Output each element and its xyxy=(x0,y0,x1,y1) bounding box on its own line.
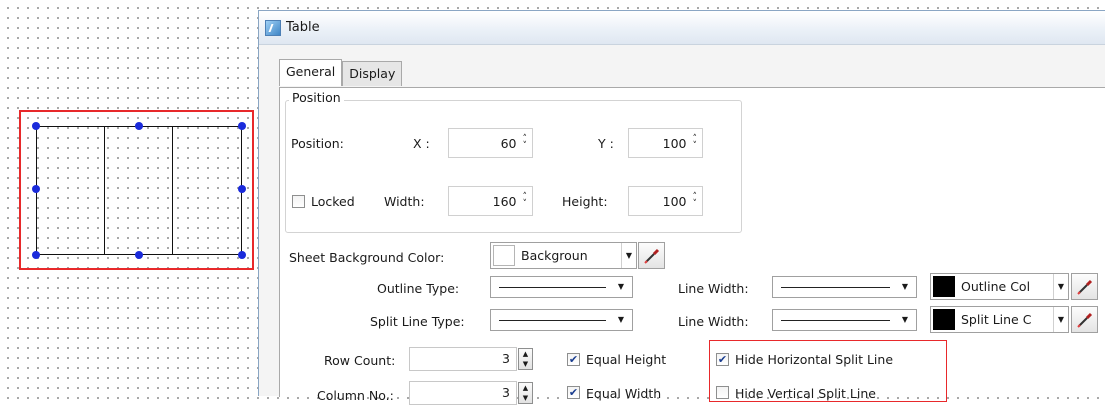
tab-strip: General Display xyxy=(279,59,403,86)
row-count-stepper[interactable]: ▲ ▼ xyxy=(518,348,533,370)
chevron-down-icon: ▼ xyxy=(617,282,624,291)
row-count-input[interactable]: 3 xyxy=(409,347,517,371)
chevron-down-icon: ▼ xyxy=(1053,274,1068,299)
y-value: 100 xyxy=(662,135,687,151)
design-canvas[interactable] xyxy=(0,0,258,396)
equal-width-checkbox[interactable]: ✔ xyxy=(567,386,580,399)
position-group: Position Position: X : 60 ˄ ˅ Y : 100 ˄ ˅ … xyxy=(285,90,742,233)
chevron-down-icon: ▼ xyxy=(617,315,624,324)
position-label: Position: xyxy=(291,136,344,151)
column-count-input[interactable]: 3 xyxy=(409,381,517,405)
width-value: 160 xyxy=(492,193,517,209)
split-color-value: Split Line C xyxy=(961,312,1032,327)
eyedropper-icon[interactable] xyxy=(1071,273,1098,300)
width-spinner[interactable]: 160 ˄ ˅ xyxy=(448,186,533,216)
equal-width-label: Equal Width xyxy=(586,386,662,401)
chevron-down-icon: ▼ xyxy=(621,243,636,268)
x-label: X : xyxy=(413,136,430,151)
table-icon xyxy=(265,19,281,36)
split-type-select[interactable]: ▼ xyxy=(490,309,633,331)
split-type-label: Split Line Type: xyxy=(370,314,465,329)
table-object[interactable] xyxy=(36,126,242,255)
general-panel: Position Position: X : 60 ˄ ˅ Y : 100 ˄ ˅ … xyxy=(279,87,1105,405)
column-count-stepper[interactable]: ▲ ▼ xyxy=(518,382,533,404)
table-split-line xyxy=(104,127,105,254)
resize-handle-bottom[interactable] xyxy=(135,251,143,259)
eyedropper-icon[interactable] xyxy=(638,242,665,269)
outline-width-label: Line Width: xyxy=(678,281,749,296)
outline-color-swatch xyxy=(933,276,955,297)
resize-handle-right[interactable] xyxy=(238,185,246,193)
locked-label: Locked xyxy=(311,194,355,209)
tab-display[interactable]: Display xyxy=(342,61,403,86)
split-color-select[interactable]: Split Line C ▼ xyxy=(930,306,1069,333)
resize-handle-top[interactable] xyxy=(135,122,143,130)
chevron-down-icon: ▼ xyxy=(901,282,908,291)
resize-handle-bottom-left[interactable] xyxy=(32,251,40,259)
locked-checkbox[interactable] xyxy=(292,195,305,208)
sheet-bg-label: Sheet Background Color: xyxy=(289,250,445,265)
x-value: 60 xyxy=(500,135,517,151)
outline-type-label: Outline Type: xyxy=(377,281,460,296)
hide-horizontal-checkbox[interactable]: ✔ xyxy=(716,353,729,366)
resize-handle-top-right[interactable] xyxy=(238,122,246,130)
outline-type-select[interactable]: ▼ xyxy=(490,276,633,298)
split-width-label: Line Width: xyxy=(678,314,749,329)
row-count-label: Row Count: xyxy=(324,353,396,368)
chevron-updown-icon[interactable]: ˄ ˅ xyxy=(693,135,698,151)
resize-handle-left[interactable] xyxy=(32,185,40,193)
position-group-label: Position xyxy=(289,90,344,105)
equal-height-label: Equal Height xyxy=(586,352,667,367)
tab-general[interactable]: General xyxy=(279,59,343,86)
sheet-bg-value: Backgroun xyxy=(521,248,588,263)
height-label: Height: xyxy=(562,194,608,209)
resize-handle-top-left[interactable] xyxy=(32,122,40,130)
chevron-updown-icon[interactable]: ˄ ˅ xyxy=(523,193,528,209)
hide-vertical-label: Hide Vertical Split Line xyxy=(735,386,876,401)
outline-width-select[interactable]: ▼ xyxy=(772,276,917,298)
y-label: Y : xyxy=(598,136,614,151)
sheet-bg-color-select[interactable]: Backgroun ▼ xyxy=(490,242,637,269)
equal-height-checkbox[interactable]: ✔ xyxy=(567,353,580,366)
chevron-updown-icon[interactable]: ˄ ˅ xyxy=(693,193,698,209)
sheet-bg-swatch xyxy=(493,245,515,266)
y-spinner[interactable]: 100 ˄ ˅ xyxy=(628,128,703,158)
split-color-swatch xyxy=(933,309,955,330)
height-spinner[interactable]: 100 ˄ ˅ xyxy=(628,186,703,216)
hide-vertical-checkbox[interactable] xyxy=(716,386,729,399)
eyedropper-icon[interactable] xyxy=(1071,306,1098,333)
resize-handle-bottom-right[interactable] xyxy=(238,251,246,259)
title-bar[interactable]: Table xyxy=(259,11,1105,45)
chevron-down-icon: ▼ xyxy=(901,315,908,324)
chevron-down-icon: ▼ xyxy=(1053,307,1068,332)
split-width-select[interactable]: ▼ xyxy=(772,309,917,331)
outline-color-select[interactable]: Outline Col ▼ xyxy=(930,273,1069,300)
width-label: Width: xyxy=(384,194,425,209)
height-value: 100 xyxy=(662,193,687,209)
table-split-line xyxy=(172,127,173,254)
window-title: Table xyxy=(286,20,320,35)
x-spinner[interactable]: 60 ˄ ˅ xyxy=(448,128,533,158)
chevron-updown-icon[interactable]: ˄ ˅ xyxy=(523,135,528,151)
table-properties-window: Table General Display Position Position:… xyxy=(258,10,1105,405)
hide-horizontal-label: Hide Horizontal Split Line xyxy=(735,352,894,367)
outline-color-value: Outline Col xyxy=(961,279,1031,294)
